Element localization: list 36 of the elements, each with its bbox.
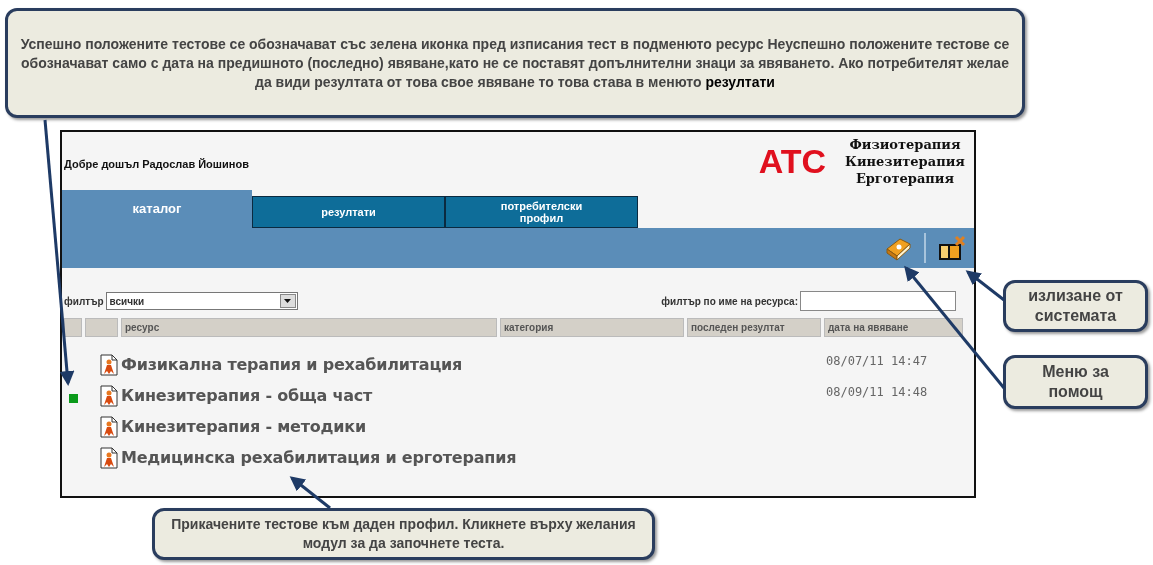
subtitle-text: Ерготерапия [855, 169, 955, 187]
column-header: ресурс [121, 318, 497, 337]
column-header: категория [500, 318, 684, 337]
callout-note: Прикачените тестове към даден профил. Кликнете върху желания модул за да започнете теста. [152, 508, 655, 560]
caret-icon [284, 299, 292, 303]
resource-link[interactable]: Физикална терапия и рехабилитация [121, 352, 821, 377]
date-text: 08/09/11 14:48 [825, 383, 929, 401]
name-filter-field[interactable] [800, 291, 956, 311]
resource-link[interactable]: Кинезитерапия - обща част [121, 383, 821, 408]
tab[interactable]: каталог [62, 190, 252, 228]
leader-line [289, 476, 331, 510]
tab[interactable]: потребителски профил [445, 196, 638, 228]
file-icon [100, 353, 118, 376]
file-icon [100, 384, 118, 407]
callout-note: Меню за помощ [1003, 355, 1148, 409]
exit-icon[interactable] [938, 235, 966, 261]
column-header: последен резултат [687, 318, 821, 337]
column-header: дата на явяване [824, 318, 963, 337]
callout-note: излизане от системата [1003, 280, 1148, 332]
name-filter-label: филтър по име на ресурса: [661, 294, 798, 309]
logo-text: ATC [758, 144, 826, 178]
file-icon [100, 415, 118, 438]
filter-value: всички [108, 294, 146, 309]
subtitle-text: Кинезитерапия [845, 152, 965, 170]
resource-link[interactable]: Кинезитерапия - методики [121, 414, 821, 439]
resource-link[interactable]: Медицинска рехабилитация и ерготерапия [121, 445, 821, 470]
tab[interactable]: резултати [252, 196, 445, 228]
callout-note: Успешно положените тестове се обозначават със зелена иконка пред изписания тест в подменюто ресурс Неуспешно положените тестове се обозначават само с дата на предишното (последно) явяване,като не се поставят допълнителни знаци за явяването. Ако потребителят желае да види резултата от това свое явяване то това става в менюто резултати [5, 8, 1025, 118]
filter-dropdown[interactable]: всички [105, 292, 298, 310]
column-header [85, 318, 118, 337]
subtitle-text: Физиотерапия [849, 135, 961, 153]
date-text: 08/07/11 14:47 [825, 352, 929, 370]
file-icon [100, 446, 118, 469]
welcome-text: Добре дошъл Радослав Йошинов [64, 156, 249, 172]
filter-label: филтър [64, 294, 104, 309]
column-header [64, 318, 82, 337]
